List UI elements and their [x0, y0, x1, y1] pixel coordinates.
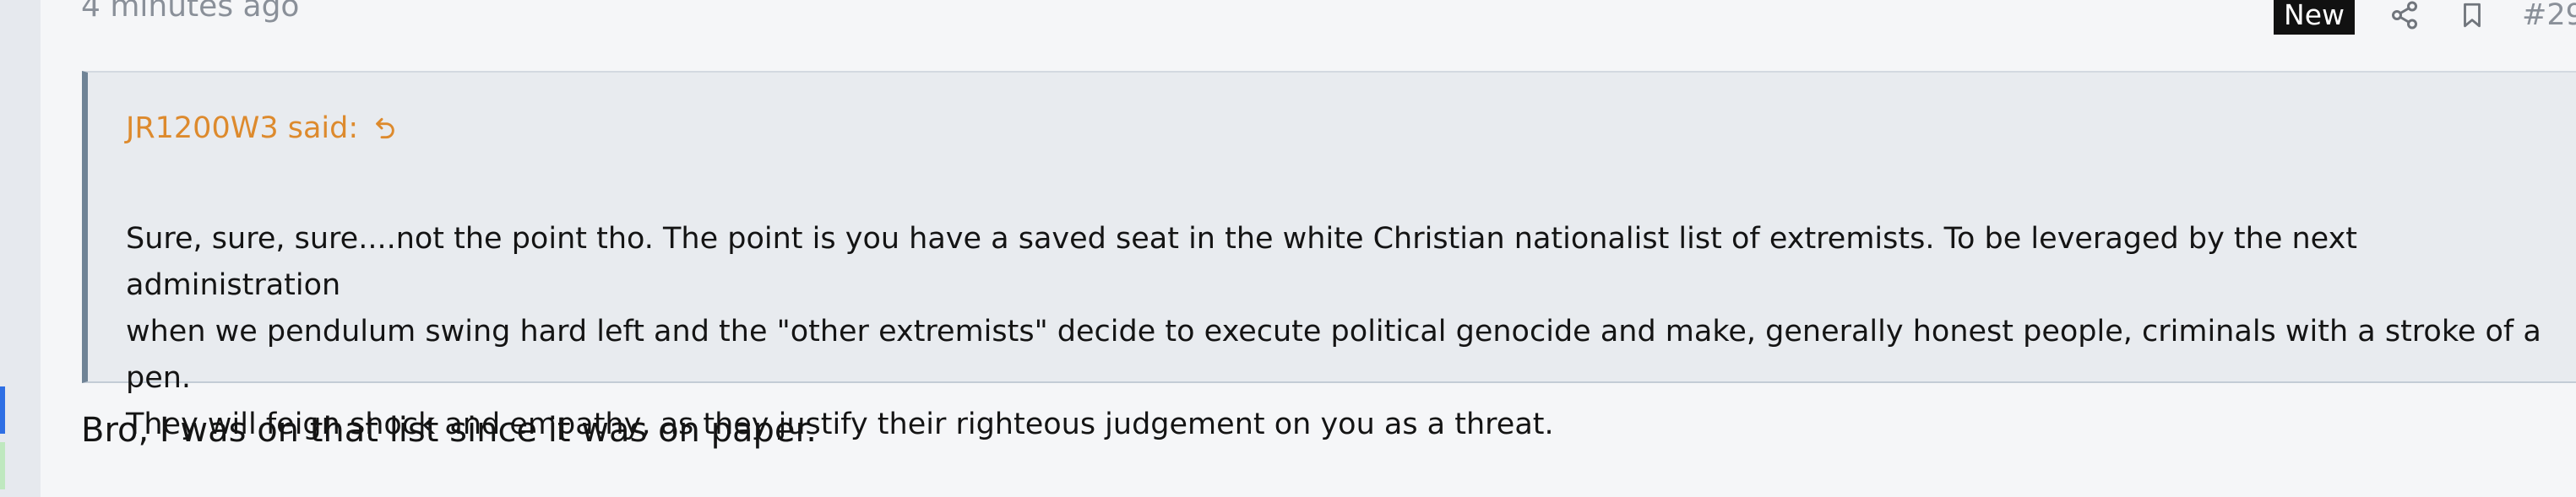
- return-arrow-icon[interactable]: [372, 114, 399, 143]
- reply-text: Bro, I was on that list since it was on …: [81, 411, 817, 450]
- left-gutter: [0, 0, 41, 497]
- post-number-link[interactable]: #29: [2522, 0, 2576, 32]
- status-marker: [0, 442, 5, 489]
- post-timestamp[interactable]: 4 minutes ago: [81, 0, 299, 25]
- post-actions: New #29: [2274, 0, 2576, 35]
- quote-author-label[interactable]: JR1200W3 said:: [126, 110, 358, 147]
- selection-marker: [0, 386, 5, 434]
- quote-attribution[interactable]: JR1200W3 said:: [126, 110, 399, 147]
- share-icon[interactable]: [2387, 0, 2422, 33]
- quote-block: JR1200W3 said: Sure, sure, sure....not t…: [82, 71, 2576, 441]
- bookmark-icon[interactable]: [2454, 0, 2490, 33]
- forum-post: 4 minutes ago New #29 JR1200W3 said: Sur…: [41, 0, 2576, 497]
- new-badge: New: [2274, 0, 2355, 35]
